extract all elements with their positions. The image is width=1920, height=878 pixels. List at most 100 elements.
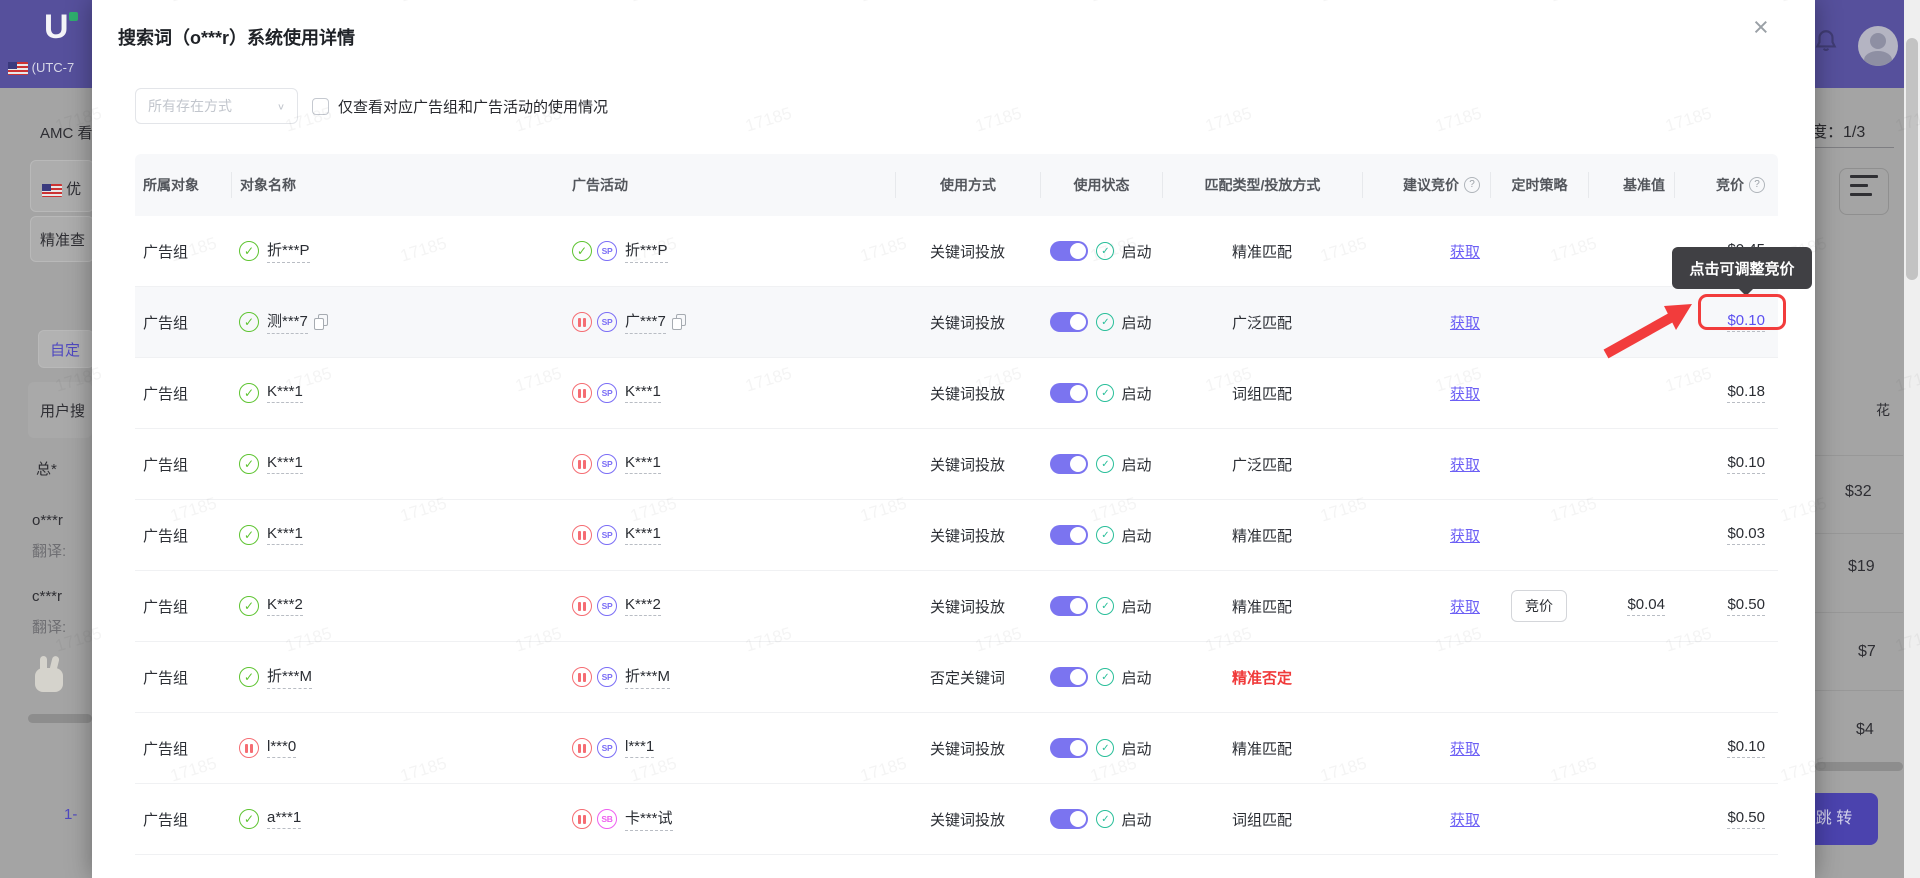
entity-name-link[interactable]: 折***P: [267, 239, 310, 263]
status-check-icon: ✓: [1096, 313, 1115, 331]
status-paused-icon: [572, 809, 592, 829]
status-toggle[interactable]: [1050, 312, 1089, 332]
bid-value[interactable]: $0.03: [1727, 525, 1765, 545]
entity-name-link[interactable]: K***1: [267, 525, 303, 545]
status-toggle[interactable]: [1050, 738, 1089, 758]
status-toggle[interactable]: [1050, 241, 1089, 261]
get-suggested-bid-link[interactable]: 获取: [1450, 525, 1480, 546]
entity-name-link[interactable]: 折***M: [625, 665, 671, 689]
table-cell: 广告组: [135, 241, 231, 262]
status-toggle[interactable]: [1050, 383, 1089, 403]
status-active-icon: ✓: [239, 454, 259, 474]
status-toggle[interactable]: [1050, 809, 1089, 829]
bg-col-header-partial: 花: [1876, 402, 1890, 418]
entity-name-link[interactable]: 广***7: [625, 310, 666, 334]
help-icon[interactable]: ?: [1464, 177, 1480, 193]
column-header: 竞价?: [1674, 172, 1778, 198]
column-header: 定时策略: [1490, 172, 1588, 198]
marketplace-timezone[interactable]: (UTC-7: [8, 60, 74, 76]
bid-value[interactable]: $0.10: [1727, 454, 1765, 474]
status-check-icon: ✓: [1096, 810, 1115, 828]
status-toggle[interactable]: [1050, 596, 1089, 616]
sp-badge-icon: SP: [597, 241, 617, 261]
entity-name-link[interactable]: K***2: [267, 596, 303, 616]
table-cell: 广告组: [135, 312, 231, 333]
table-cell: 获取: [1362, 738, 1490, 759]
get-suggested-bid-link[interactable]: 获取: [1450, 809, 1480, 830]
entity-name-link[interactable]: 测***7: [267, 310, 308, 334]
table-body: 广告组✓折***P✓SP折***P关键词投放✓启动精准匹配获取$0.45广告组✓…: [135, 216, 1778, 878]
entity-name-link[interactable]: K***1: [625, 383, 661, 403]
entity-name-link[interactable]: 折***M: [267, 665, 313, 689]
bid-value[interactable]: $0.10: [1727, 738, 1765, 758]
sp-badge-icon: SP: [597, 738, 617, 758]
status-label: 启动: [1121, 456, 1152, 474]
user-avatar[interactable]: [1858, 26, 1898, 66]
owner-type-label: 广告组: [143, 456, 189, 474]
get-suggested-bid-link[interactable]: 获取: [1450, 596, 1480, 617]
table-row: 广告组 ✓ K***1 SP K***1 关键词投放 ✓ 启动 词组匹配 获取 $0.18: [135, 358, 1778, 429]
get-suggested-bid-link[interactable]: 获取: [1450, 738, 1480, 759]
entity-name-link[interactable]: l***1: [625, 738, 655, 758]
checkbox[interactable]: [312, 98, 329, 115]
entity-name-link[interactable]: K***1: [625, 525, 661, 545]
copy-icon[interactable]: [313, 313, 329, 331]
page-scrollbar-thumb[interactable]: [1906, 38, 1918, 280]
bid-value[interactable]: $0.50: [1727, 809, 1765, 829]
baseline-value[interactable]: $0.04: [1627, 596, 1665, 616]
bg-list-view-button[interactable]: [1839, 168, 1889, 215]
table-cell: ✓ 启动: [1040, 454, 1162, 475]
entity-name-link[interactable]: K***2: [625, 596, 661, 616]
existence-type-select[interactable]: 所有存在方式 ∨: [135, 88, 298, 124]
column-header-label: 使用状态: [1073, 177, 1130, 193]
get-suggested-bid-link[interactable]: 获取: [1450, 241, 1480, 262]
status-paused-icon: [572, 312, 592, 332]
entity-name-link[interactable]: l***0: [267, 738, 297, 758]
get-suggested-bid-link[interactable]: 获取: [1450, 454, 1480, 475]
entity-name-link[interactable]: K***1: [267, 383, 303, 403]
bg-custom-tab-label: 自定: [50, 342, 81, 359]
bid-value[interactable]: $0.50: [1727, 596, 1765, 616]
table-cell: 广告组: [135, 738, 231, 759]
table-cell: SP K***1: [560, 454, 895, 474]
sp-badge-icon: SP: [597, 525, 617, 545]
bg-total-row: 总*: [36, 461, 57, 478]
copy-icon[interactable]: [671, 313, 687, 331]
status-check-icon: ✓: [1096, 526, 1115, 544]
table-row: 广告组✓a***1SB卡***试关键词投放✓启动精准匹配获取$1.10: [135, 855, 1778, 878]
bg-value-1: $32: [1845, 483, 1872, 500]
entity-name-link[interactable]: a***1: [267, 809, 302, 829]
bg-horizontal-scrollbar[interactable]: [1815, 762, 1903, 771]
status-toggle[interactable]: [1050, 454, 1089, 474]
help-icon[interactable]: ?: [1749, 177, 1765, 193]
bg-pagination[interactable]: 1-: [64, 806, 77, 823]
status-active-icon: ✓: [239, 525, 259, 545]
bg-search-term-1[interactable]: o***r: [32, 512, 63, 529]
get-suggested-bid-link[interactable]: 获取: [1450, 312, 1480, 333]
bg-search-term-2[interactable]: c***r: [32, 588, 62, 605]
status-toggle[interactable]: [1050, 667, 1089, 687]
bg-tab-amc[interactable]: AMC 看: [40, 122, 93, 143]
table-cell: 获取: [1362, 241, 1490, 262]
entity-name-link[interactable]: 卡***试: [625, 807, 673, 831]
get-suggested-bid-link[interactable]: 获取: [1450, 383, 1480, 404]
bid-value[interactable]: $0.18: [1727, 383, 1765, 403]
entity-name-link[interactable]: K***1: [267, 454, 303, 474]
table-row: 广告组 l***0 SP l***1 关键词投放 ✓ 启动 精准匹配 获取 $0.10: [135, 713, 1778, 784]
close-icon[interactable]: ×: [1753, 12, 1769, 42]
entity-name-link[interactable]: 折***P: [625, 239, 668, 263]
column-header: 匹配类型/投放方式: [1162, 172, 1362, 198]
usage-type-label: 关键词投放: [929, 314, 1005, 332]
table-cell: 获取: [1362, 525, 1490, 546]
notifications-bell-icon[interactable]: [1813, 28, 1839, 54]
status-toggle[interactable]: [1050, 525, 1089, 545]
table-cell: 精准否定: [1162, 667, 1362, 688]
page-scrollbar-track[interactable]: [1904, 0, 1920, 878]
table-cell: 广告组: [135, 525, 231, 546]
timing-bid-button[interactable]: 竞价: [1511, 590, 1567, 622]
bg-horizontal-scrollbar[interactable]: [28, 714, 92, 723]
entity-name-link[interactable]: K***1: [625, 454, 661, 474]
table-cell: $0.04: [1588, 596, 1674, 616]
status-active-icon: ✓: [239, 667, 259, 687]
status-check-icon: ✓: [1096, 668, 1115, 686]
